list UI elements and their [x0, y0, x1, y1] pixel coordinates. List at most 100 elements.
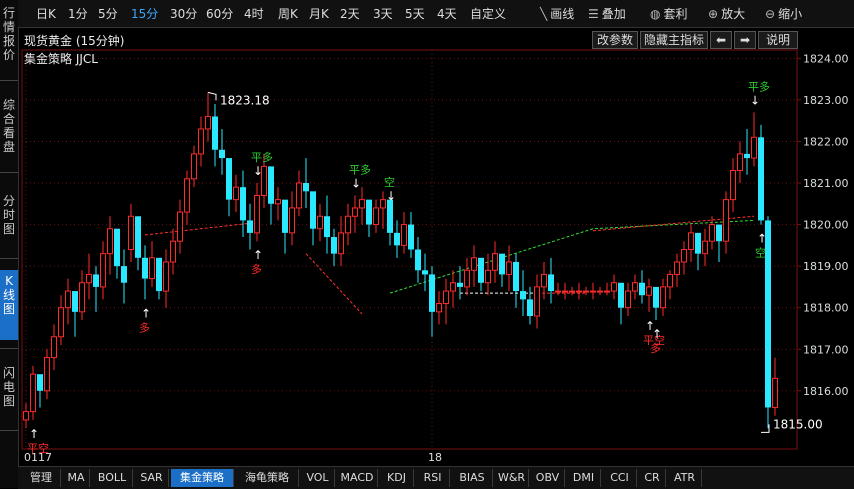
- indicator-tab-15[interactable]: CR: [639, 469, 666, 487]
- candle-body: [240, 187, 246, 221]
- candle-body: [177, 211, 183, 242]
- candle-body: [744, 153, 750, 159]
- indicator-tab-6[interactable]: VOL: [301, 469, 335, 487]
- candle-body: [436, 303, 442, 313]
- candle-body: [604, 290, 610, 293]
- y-tick-label: 1819.00: [803, 260, 849, 273]
- candle-body: [310, 191, 316, 229]
- candle-body: [268, 166, 274, 204]
- candle-body: [422, 270, 428, 275]
- candle-body: [506, 261, 512, 275]
- candle-body: [555, 290, 561, 293]
- candle-body: [345, 215, 351, 234]
- candle-body: [499, 253, 505, 275]
- max-price-pointer: [207, 91, 217, 101]
- indicator-tab-8[interactable]: KDJ: [380, 469, 414, 487]
- candle-body: [366, 199, 372, 225]
- candle-body: [100, 253, 106, 288]
- candle-body: [380, 199, 386, 209]
- indicator-tab-16[interactable]: ATR: [668, 469, 702, 487]
- candle-body: [471, 257, 477, 271]
- indicator-tab-bar: 管理 MA BOLL SAR 集金策略 海龟策略 VOL MACD KDJ RSI BIAS W&R O…: [18, 466, 854, 489]
- candle-body: [191, 153, 197, 180]
- candle-body: [597, 290, 603, 293]
- candle-body: [464, 269, 470, 288]
- candle-body: [520, 291, 526, 300]
- candle-body: [289, 207, 295, 234]
- indicator-tab-2[interactable]: BOLL: [92, 469, 133, 487]
- candle-body: [233, 186, 239, 201]
- indicator-tab-0[interactable]: 管理: [22, 469, 61, 487]
- candle-body: [303, 183, 309, 192]
- candle-body: [401, 224, 407, 246]
- y-tick-label: 1817.00: [803, 343, 849, 356]
- y-tick-label: 1824.00: [803, 52, 849, 65]
- candle-body: [646, 286, 652, 296]
- candle-body: [576, 290, 582, 293]
- indicator-tab-4[interactable]: 集金策略: [171, 469, 234, 487]
- candle-body: [205, 116, 211, 130]
- candle-body: [758, 137, 764, 221]
- trend-line-green: [389, 219, 755, 294]
- candlestick-chart[interactable]: 1824.00 1823.00 1822.00 1821.00 1820.00 1819.…: [0, 0, 854, 488]
- indicator-tab-12[interactable]: OBV: [531, 469, 565, 487]
- candle-body: [674, 261, 680, 275]
- indicator-tab-9[interactable]: RSI: [416, 469, 450, 487]
- candle-body: [338, 232, 344, 255]
- candle-body: [443, 290, 449, 305]
- buy-arrow-icon: ↑: [253, 248, 263, 262]
- candle-body: [625, 290, 631, 309]
- candle-body: [58, 307, 64, 338]
- candle-body: [709, 224, 715, 242]
- indicator-tab-10[interactable]: BIAS: [452, 469, 493, 487]
- candle-body: [296, 182, 302, 209]
- candle-body: [226, 158, 232, 200]
- candle-body: [86, 273, 92, 284]
- candle-body: [541, 273, 547, 288]
- indicator-tab-11[interactable]: W&R: [495, 469, 529, 487]
- candle-body: [30, 373, 36, 413]
- indicator-tab-7[interactable]: MACD: [337, 469, 378, 487]
- candle-body: [688, 232, 694, 250]
- candle-body: [569, 290, 575, 293]
- candle-body: [170, 240, 176, 263]
- buy-arrow-icon: ↑: [757, 232, 767, 246]
- y-tick-label: 1823.00: [803, 94, 849, 107]
- candle-body: [653, 286, 659, 308]
- indicator-tab-14[interactable]: CCI: [603, 469, 637, 487]
- sell-arrow-icon: ↓: [750, 93, 760, 107]
- y-tick-label: 1816.00: [803, 385, 849, 398]
- min-price-label: 1815.00: [773, 417, 823, 431]
- candle-body: [772, 377, 778, 408]
- candle-body: [527, 299, 533, 316]
- candle-body: [478, 257, 484, 283]
- candle-body: [23, 411, 29, 421]
- candle-body: [730, 170, 736, 201]
- trend-line-red: [592, 215, 755, 232]
- candle-body: [135, 216, 141, 258]
- candle-body: [583, 290, 589, 293]
- candle-body: [660, 286, 666, 309]
- candle-body: [485, 269, 491, 284]
- candle-body: [667, 273, 673, 288]
- candle-body: [142, 257, 148, 279]
- candle-body: [408, 224, 414, 250]
- indicator-tab-5[interactable]: 海龟策略: [236, 469, 299, 487]
- candle-body: [695, 232, 701, 254]
- candle-body: [93, 274, 99, 287]
- candle-body: [212, 116, 218, 150]
- candle-body: [373, 207, 379, 226]
- candle-body: [352, 207, 358, 217]
- x-tick-label: 18: [428, 451, 442, 464]
- candle-body: [716, 224, 722, 242]
- indicator-tab-13[interactable]: DMI: [567, 469, 601, 487]
- candle-body: [394, 232, 400, 246]
- signal-label: 多: [139, 320, 150, 334]
- indicator-tab-3[interactable]: SAR: [135, 469, 169, 487]
- candle-body: [65, 290, 71, 309]
- candle-body: [632, 282, 638, 292]
- candle-body: [184, 178, 190, 213]
- candle-body: [247, 220, 253, 233]
- indicator-tab-1[interactable]: MA: [63, 469, 90, 487]
- candle-body: [331, 237, 337, 254]
